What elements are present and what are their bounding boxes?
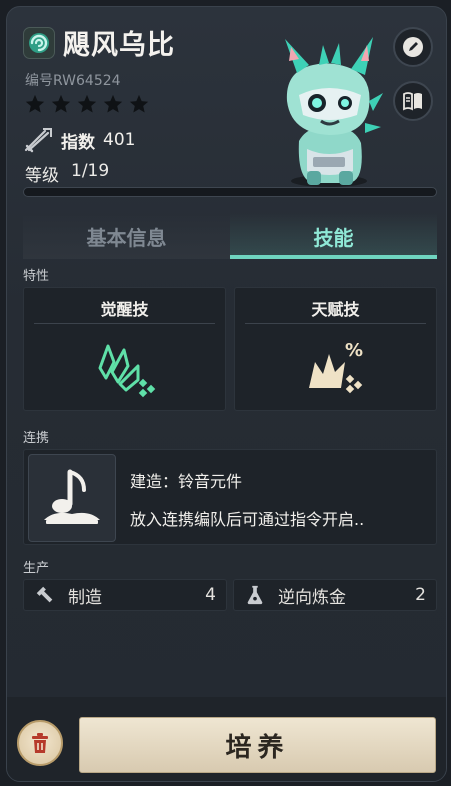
- wind-swirl-icon: [29, 33, 49, 53]
- level-row: 等级 1/19: [25, 161, 109, 186]
- rename-button[interactable]: [393, 27, 433, 67]
- star-icon: [51, 94, 71, 113]
- divider: [245, 323, 426, 324]
- awaken-skill-card[interactable]: 觉醒技: [23, 287, 226, 411]
- production-level: 4: [205, 585, 216, 605]
- crossed-weapons-icon: [24, 128, 52, 153]
- book-icon: [403, 92, 422, 111]
- star-icon: [25, 94, 45, 113]
- awaken-skill-title: 觉醒技: [100, 300, 149, 319]
- hammer-icon: [36, 586, 53, 603]
- link-skill-card[interactable]: 建造：铃音元件 放入连携编队后可通过指令开启..: [23, 449, 437, 545]
- star-icon: [77, 94, 97, 113]
- production-name: 制造: [68, 587, 102, 608]
- edit-pencil-icon: [403, 37, 423, 57]
- pal-name: 飓风乌比: [63, 30, 175, 61]
- production-name: 逆向炼金: [278, 587, 346, 608]
- detail-tabs: 基本信息 技能: [23, 213, 437, 259]
- flask-icon: [247, 585, 263, 605]
- level-value: 1/19: [71, 161, 110, 181]
- talent-skill-title: 天赋技: [311, 300, 360, 319]
- production-item[interactable]: 逆向炼金 2: [233, 579, 437, 611]
- index-label: 指数: [61, 132, 95, 153]
- release-pal-button[interactable]: [17, 720, 63, 766]
- pal-serial-number: 编号RW64524: [25, 73, 121, 89]
- pal-portrait: [285, 37, 383, 187]
- train-button[interactable]: 培养: [79, 717, 436, 773]
- index-value: 401: [103, 130, 136, 150]
- wind-element-badge: [23, 27, 55, 59]
- link-skill-description: 放入连携编队后可通过指令开启..: [130, 510, 365, 529]
- pal-index-row: 指数 401: [23, 127, 135, 153]
- trash-icon: [32, 733, 48, 753]
- divider: [34, 323, 215, 324]
- link-skill-icon-box: [28, 454, 116, 542]
- production-section-label: 生产: [23, 561, 50, 576]
- talent-burst-icon: %: [309, 340, 363, 394]
- level-label: 等级: [25, 166, 59, 186]
- production-item[interactable]: 制造 4: [23, 579, 227, 611]
- star-rating: [24, 93, 150, 115]
- traits-section-label: 特性: [23, 269, 50, 284]
- tab-skills[interactable]: 技能: [230, 213, 437, 259]
- pal-book-button[interactable]: [393, 81, 433, 121]
- talent-skill-card[interactable]: 天赋技 %: [234, 287, 437, 411]
- svg-text:%: %: [345, 340, 363, 361]
- star-icon: [129, 94, 149, 113]
- link-skill-title: 建造：铃音元件: [130, 472, 243, 491]
- link-section-label: 连携: [23, 431, 50, 446]
- tab-basic-info[interactable]: 基本信息: [23, 213, 230, 259]
- awaken-shards-icon: [98, 344, 156, 398]
- bell-note-icon: [44, 469, 100, 524]
- pal-detail-panel: 飓风乌比 编号RW64524 指数 401 等级 1/19 基本信息 技能 特性…: [6, 6, 447, 782]
- production-level: 2: [415, 585, 426, 605]
- star-icon: [103, 94, 123, 113]
